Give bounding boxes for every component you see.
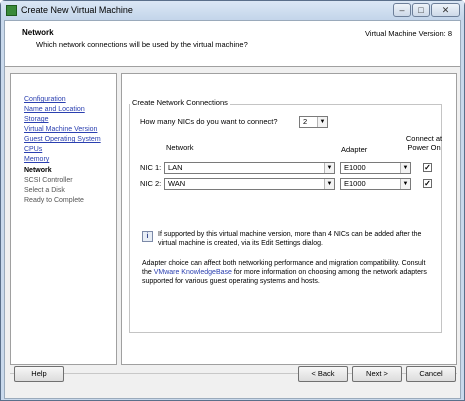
nic2-connect-checkbox[interactable]: ✓: [423, 179, 432, 188]
wizard-steps-sidebar: Configuration Name and Location Storage …: [10, 73, 117, 365]
page-subtitle: Which network connections will be used b…: [36, 40, 248, 49]
column-header-adapter: Adapter: [341, 145, 368, 154]
nic2-network-value: WAN: [168, 179, 186, 188]
create-vm-window: Create New Virtual Machine – □ ✕ Network…: [0, 0, 465, 401]
cancel-button[interactable]: Cancel: [406, 366, 456, 382]
title-bar: Create New Virtual Machine – □ ✕: [1, 1, 464, 20]
chevron-down-icon: ▼: [400, 163, 410, 173]
nic1-network-value: LAN: [168, 163, 183, 172]
vm-app-icon: [6, 5, 17, 16]
checkmark-icon: ✓: [424, 179, 431, 188]
nic1-connect-checkbox[interactable]: ✓: [423, 163, 432, 172]
wizard-content: Create Network Connections How many NICs…: [121, 73, 457, 365]
nic2-network-select[interactable]: WAN ▼: [164, 178, 335, 190]
column-header-network: Network: [166, 143, 194, 152]
sidebar-item-name-and-location[interactable]: Name and Location: [24, 106, 85, 113]
back-button[interactable]: < Back: [298, 366, 348, 382]
nic1-adapter-select[interactable]: E1000 ▼: [340, 162, 411, 174]
vm-version-label: Virtual Machine Version: 8: [365, 29, 452, 38]
sidebar-item-select-disk: Select a Disk: [24, 187, 65, 194]
nic2-adapter-value: E1000: [344, 179, 366, 188]
wizard-header: Network Which network connections will b…: [5, 21, 460, 67]
minimize-button[interactable]: –: [393, 3, 411, 17]
maximize-button[interactable]: □: [412, 3, 430, 17]
sidebar-item-cpus[interactable]: CPUs: [24, 146, 42, 153]
group-label: Create Network Connections: [130, 98, 230, 107]
help-button[interactable]: Help: [14, 366, 64, 382]
nic-info-text: If supported by this virtual machine ver…: [158, 231, 422, 247]
sidebar-item-configuration[interactable]: Configuration: [24, 96, 66, 103]
info-icon: i: [142, 231, 153, 242]
network-connections-group: [129, 104, 442, 333]
adapter-info-text: Adapter choice can affect both networkin…: [142, 259, 434, 286]
chevron-down-icon: ▼: [400, 179, 410, 189]
nic1-network-select[interactable]: LAN ▼: [164, 162, 335, 174]
chevron-down-icon: ▼: [317, 117, 327, 127]
nic-count-value: 2: [303, 117, 308, 126]
nic1-label: NIC 1:: [140, 163, 162, 172]
checkmark-icon: ✓: [424, 163, 431, 172]
nic2-adapter-select[interactable]: E1000 ▼: [340, 178, 411, 190]
sidebar-item-vm-version[interactable]: Virtual Machine Version: [24, 126, 97, 133]
sidebar-item-guest-os[interactable]: Guest Operating System: [24, 136, 101, 143]
chevron-down-icon: ▼: [324, 163, 334, 173]
nic-count-select[interactable]: 2 ▼: [299, 116, 328, 128]
nic2-label: NIC 2:: [140, 179, 162, 188]
nic-count-label: How many NICs do you want to connect?: [140, 117, 278, 126]
next-button[interactable]: Next >: [352, 366, 402, 382]
sidebar-item-storage[interactable]: Storage: [24, 116, 49, 123]
column-header-connect: Connect at Power On: [405, 134, 443, 152]
sidebar-item-network: Network: [24, 167, 52, 174]
page-title: Network: [22, 28, 54, 37]
chevron-down-icon: ▼: [324, 179, 334, 189]
sidebar-item-memory[interactable]: Memory: [24, 156, 49, 163]
window-title: Create New Virtual Machine: [21, 5, 133, 15]
sidebar-item-ready-to-complete: Ready to Complete: [24, 197, 84, 204]
close-button[interactable]: ✕: [431, 3, 460, 17]
vmware-kb-link[interactable]: VMware KnowledgeBase: [154, 269, 232, 276]
sidebar-item-scsi-controller: SCSI Controller: [24, 177, 73, 184]
nic1-adapter-value: E1000: [344, 163, 366, 172]
dialog-body: Network Which network connections will b…: [4, 20, 461, 399]
